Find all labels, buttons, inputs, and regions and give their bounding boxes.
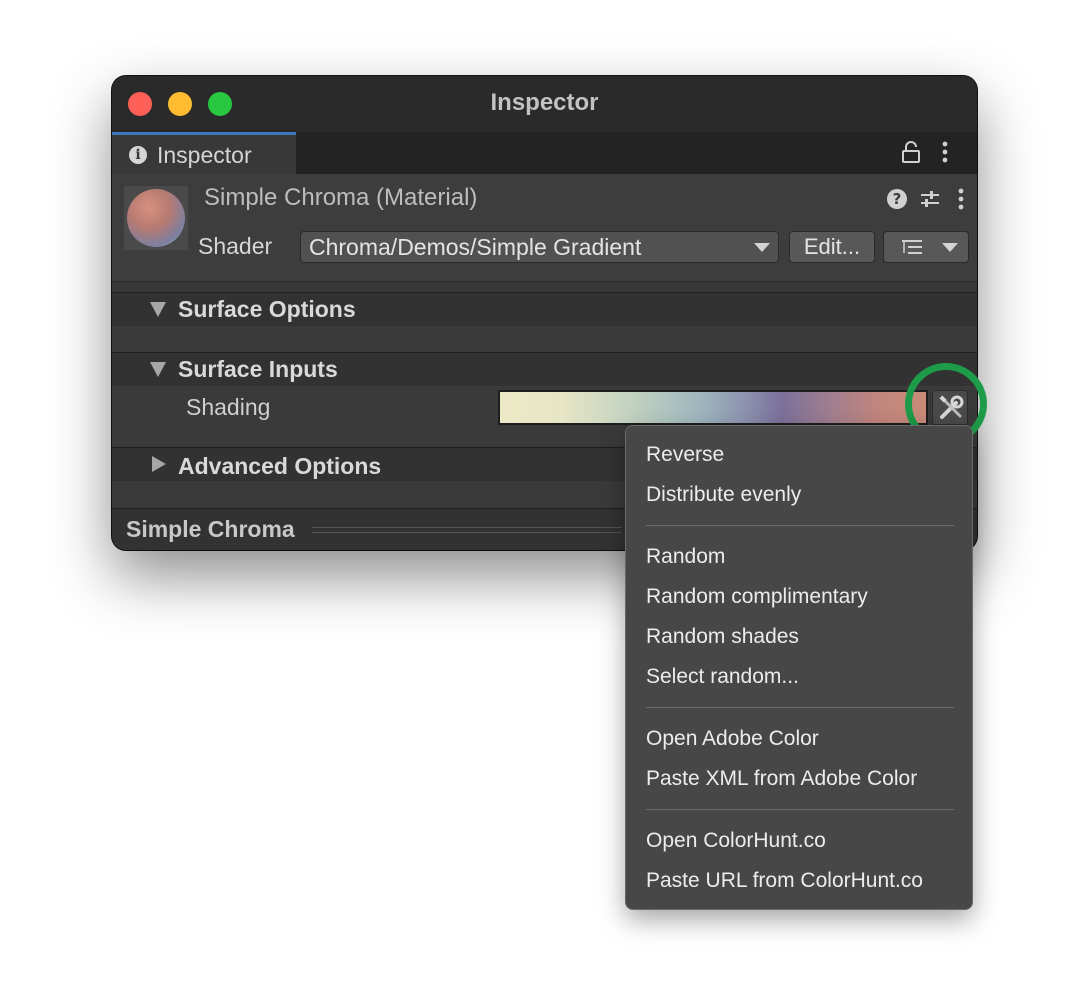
- surface-inputs-header[interactable]: Surface Inputs: [112, 352, 977, 386]
- shader-value: Chroma/Demos/Simple Gradient: [309, 234, 642, 260]
- material-preview: [124, 186, 188, 250]
- footer-divider: [312, 527, 622, 533]
- kebab-icon[interactable]: [954, 187, 968, 211]
- title-bar[interactable]: Inspector: [112, 76, 977, 132]
- shading-label: Shading: [186, 394, 271, 420]
- menu-item-distribute-evenly[interactable]: Distribute evenly: [646, 483, 801, 507]
- chevron-down-icon: [754, 243, 770, 252]
- menu-item-open-adobe-color[interactable]: Open Adobe Color: [646, 727, 819, 751]
- menu-item-random[interactable]: Random: [646, 545, 725, 569]
- list-icon: [902, 240, 922, 254]
- menu-item-random-complimentary[interactable]: Random complimentary: [646, 585, 868, 609]
- shading-gradient-field[interactable]: [498, 390, 928, 425]
- help-icon[interactable]: ?: [886, 188, 908, 210]
- expand-triangle-icon: [150, 302, 166, 317]
- surface-options-header[interactable]: Surface Options: [112, 292, 977, 326]
- material-header: Simple Chroma (Material) ? Shader Chroma…: [112, 174, 977, 282]
- shader-list-dropdown[interactable]: [883, 231, 969, 263]
- kebab-icon[interactable]: [938, 140, 952, 164]
- lock-icon[interactable]: [901, 140, 921, 164]
- svg-text:?: ?: [893, 190, 902, 208]
- expand-triangle-icon: [150, 362, 166, 377]
- menu-separator: [646, 525, 954, 526]
- tab-inspector[interactable]: i Inspector: [112, 132, 296, 174]
- menu-separator: [646, 809, 954, 810]
- surface-options-title: Surface Options: [178, 296, 356, 322]
- gradient-context-menu: Reverse Distribute evenly Random Random …: [625, 425, 973, 910]
- surface-inputs-title: Surface Inputs: [178, 356, 338, 382]
- collapse-triangle-icon: [152, 456, 166, 472]
- menu-item-paste-xml-adobe-color[interactable]: Paste XML from Adobe Color: [646, 767, 917, 791]
- material-sphere: [127, 189, 185, 247]
- menu-separator: [646, 707, 954, 708]
- tab-label: Inspector: [157, 142, 252, 168]
- info-icon: i: [129, 146, 147, 164]
- shader-dropdown[interactable]: Chroma/Demos/Simple Gradient: [300, 231, 779, 263]
- preset-icon[interactable]: [919, 187, 941, 211]
- shader-label: Shader: [198, 233, 273, 259]
- advanced-options-title: Advanced Options: [178, 453, 382, 479]
- menu-item-select-random[interactable]: Select random...: [646, 665, 799, 689]
- surface-options-body: [112, 326, 977, 350]
- edit-shader-button[interactable]: Edit...: [789, 231, 875, 263]
- chevron-down-icon: [942, 243, 958, 252]
- menu-item-paste-url-colorhunt[interactable]: Paste URL from ColorHunt.co: [646, 869, 923, 893]
- menu-item-open-colorhunt[interactable]: Open ColorHunt.co: [646, 829, 826, 853]
- footer-title: Simple Chroma: [126, 516, 295, 542]
- material-name: Simple Chroma (Material): [204, 184, 478, 211]
- window-title: Inspector: [490, 89, 599, 116]
- menu-item-reverse[interactable]: Reverse: [646, 443, 724, 467]
- menu-item-random-shades[interactable]: Random shades: [646, 625, 799, 649]
- tab-bar: i Inspector: [112, 132, 977, 174]
